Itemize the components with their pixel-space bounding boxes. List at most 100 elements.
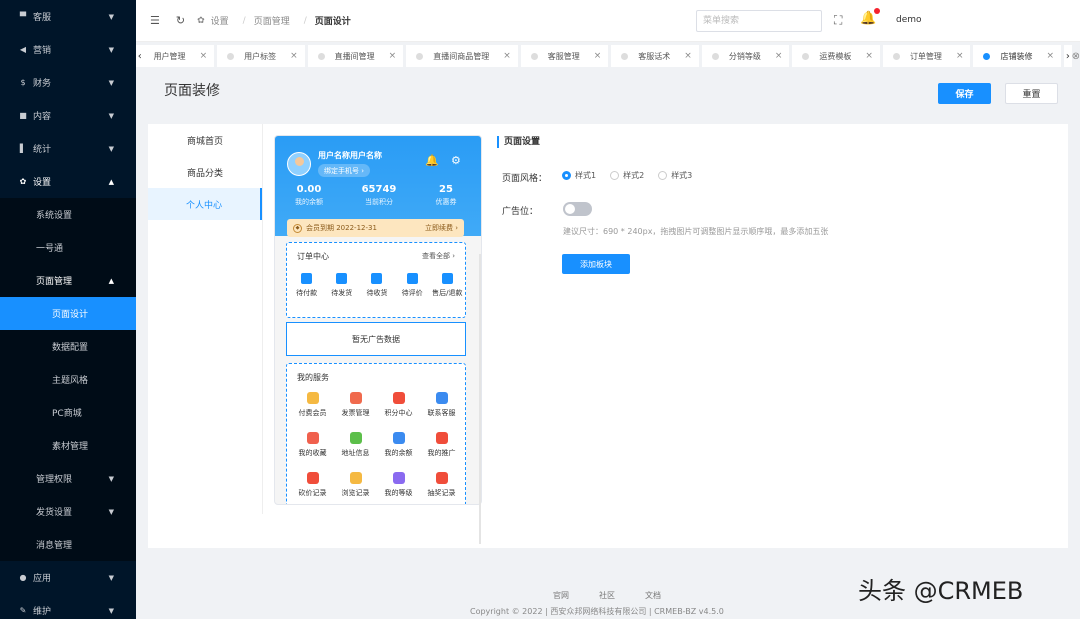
tab-live-goods[interactable]: 直播间商品管理 × xyxy=(406,45,518,67)
sidebar-item-system-settings[interactable]: 系统设置 xyxy=(0,198,136,231)
tab-order-management[interactable]: 订单管理 × xyxy=(882,45,971,67)
close-all-tabs-icon[interactable]: ⊗ xyxy=(1072,45,1080,67)
reset-button[interactable]: 重置 xyxy=(1005,83,1058,104)
style-1-radio[interactable]: 样式1 xyxy=(562,170,596,181)
nav-item-home[interactable]: 商城首页 xyxy=(148,124,262,156)
tab-bar: ‹ 用户管理 × 用户标签 × 直播间管理 × 直播间商品管理 × 客服管理 × 客服话术… xyxy=(136,45,1080,67)
service-item[interactable]: 浏览记录 xyxy=(334,472,377,504)
sidebar-item-content[interactable]: ■ 内容 ▼ xyxy=(0,99,136,132)
sidebar-item-page-design[interactable]: 页面设计 xyxy=(0,297,136,330)
order-pending-payment[interactable]: 待付款 xyxy=(290,273,324,298)
sidebar-item-settings[interactable]: ✿ 设置 ▲ xyxy=(0,165,136,198)
nav-item-user-center[interactable]: 个人中心 xyxy=(148,188,262,220)
service-item[interactable]: 积分中心 xyxy=(377,392,420,432)
order-after-sales[interactable]: 售后/退款 xyxy=(430,273,464,298)
sidebar-item-label: 页面管理 xyxy=(36,277,73,287)
sidebar-item-apps[interactable]: ● 应用 ▼ xyxy=(0,561,136,594)
preview-scrollbar[interactable] xyxy=(479,254,481,544)
refresh-icon[interactable]: ↻ xyxy=(176,14,185,27)
close-icon[interactable]: × xyxy=(200,51,208,61)
sidebar-item-data-config[interactable]: 数据配置 xyxy=(0,330,136,363)
order-pending-shipment[interactable]: 待发货 xyxy=(325,273,359,298)
service-item[interactable]: 地址信息 xyxy=(334,432,377,472)
user-menu[interactable]: demo xyxy=(896,15,922,25)
menu-fold-icon[interactable]: ☰ xyxy=(150,14,160,27)
sidebar-item-permissions[interactable]: 管理权限 ▼ xyxy=(0,462,136,495)
service-icon xyxy=(435,472,448,484)
order-pending-review[interactable]: 待评价 xyxy=(395,273,429,298)
my-services-block[interactable]: 我的服务 付费会员 发票管理 积分中心 联系客服 我的收藏 地址信息 我的余额 我的推广 砍价记… xyxy=(286,363,466,504)
close-icon[interactable]: × xyxy=(389,51,397,61)
tab-customer-service[interactable]: 客服管理 × xyxy=(520,45,609,67)
service-label: 抽奖记录 xyxy=(427,489,456,497)
service-item[interactable]: 我的收藏 xyxy=(291,432,334,472)
close-icon[interactable]: × xyxy=(503,51,511,61)
sidebar-item-statistics[interactable]: ▌ 统计 ▼ xyxy=(0,132,136,165)
sidebar-item-label: 一号通 xyxy=(36,244,64,254)
tab-live-room[interactable]: 直播间管理 × xyxy=(307,45,404,67)
tab-distribution-level[interactable]: 分销等级 × xyxy=(701,45,790,67)
nav-item-category[interactable]: 商品分类 xyxy=(148,156,262,188)
fullscreen-icon[interactable]: ⛶ xyxy=(834,13,842,28)
vip-bar[interactable]: ◆ 会员到期 2022-12-31 立即续费 › xyxy=(287,219,464,237)
service-item[interactable]: 我的等级 xyxy=(377,472,420,504)
tab-store-decoration[interactable]: 店铺装修 × xyxy=(973,45,1062,67)
bell-icon[interactable]: 🔔 xyxy=(860,11,876,26)
bind-phone-button[interactable]: 绑定手机号 › xyxy=(318,164,371,177)
wallet-icon xyxy=(301,273,313,284)
sidebar-item-messages[interactable]: 消息管理 xyxy=(0,528,136,561)
menu-search-input[interactable] xyxy=(696,10,822,32)
footer-link-community[interactable]: 社区 xyxy=(599,590,615,601)
tab-shipping-template[interactable]: 运费模板 × xyxy=(792,45,880,67)
footer-link-docs[interactable]: 文档 xyxy=(645,590,661,601)
close-icon[interactable]: × xyxy=(684,51,692,61)
service-item[interactable]: 砍价记录 xyxy=(291,472,334,504)
order-pending-receipt[interactable]: 待收货 xyxy=(360,273,394,298)
service-label: 我的等级 xyxy=(384,489,413,497)
breadcrumb-item[interactable]: 页面管理 xyxy=(254,14,290,27)
style-2-radio[interactable]: 样式2 xyxy=(610,170,644,181)
sidebar-item-theme-style[interactable]: 主题风格 xyxy=(0,363,136,396)
sidebar-item-maintenance[interactable]: ✎ 维护 ▼ xyxy=(0,594,136,619)
service-item[interactable]: 我的推广 xyxy=(420,432,463,472)
close-icon[interactable]: × xyxy=(775,51,783,61)
sidebar-item-finance[interactable]: $ 财务 ▼ xyxy=(0,66,136,99)
close-icon[interactable]: × xyxy=(956,51,964,61)
close-icon[interactable]: × xyxy=(865,51,873,61)
order-center-block[interactable]: 订单中心 查看全部 › 待付款 待发货 待收货 待评价 售后/退款 xyxy=(286,242,466,318)
user-name: 用户名称用户名称 xyxy=(318,151,382,160)
close-icon[interactable]: × xyxy=(1046,51,1054,61)
close-icon[interactable]: × xyxy=(594,51,602,61)
service-item[interactable]: 联系客服 xyxy=(420,392,463,432)
sidebar-item-customer-service[interactable]: ▀ 客服 ▼ xyxy=(0,0,136,33)
style-3-radio[interactable]: 样式3 xyxy=(658,170,692,181)
tab-user-management[interactable]: 用户管理 × xyxy=(143,45,215,67)
footer-link-website[interactable]: 官网 xyxy=(553,590,569,601)
sidebar-item-pc-mall[interactable]: PC商城 xyxy=(0,396,136,429)
sidebar-item-yihaotong[interactable]: 一号通 xyxy=(0,231,136,264)
sidebar-item-page-management[interactable]: 页面管理 ▲ xyxy=(0,264,136,297)
tab-service-scripts[interactable]: 客服话术 × xyxy=(611,45,699,67)
add-block-button[interactable]: 添加板块 xyxy=(562,254,630,274)
ad-position-toggle[interactable] xyxy=(563,202,592,216)
tab-user-tags[interactable]: 用户标签 × xyxy=(217,45,305,67)
service-item[interactable]: 我的余额 xyxy=(377,432,420,472)
view-all-link[interactable]: 查看全部 › xyxy=(422,251,455,261)
service-item[interactable]: 抽奖记录 xyxy=(420,472,463,504)
sidebar-item-label: 数据配置 xyxy=(52,343,89,353)
sidebar-item-material[interactable]: 素材管理 xyxy=(0,429,136,462)
close-icon[interactable]: × xyxy=(290,51,298,61)
sidebar-item-shipping-settings[interactable]: 发货设置 ▼ xyxy=(0,495,136,528)
tab-scroll-right-icon[interactable]: › xyxy=(1064,45,1072,67)
ad-placeholder-block[interactable]: 暂无广告数据 xyxy=(286,322,466,356)
sidebar-item-marketing[interactable]: ◀ 营销 ▼ xyxy=(0,33,136,66)
service-item[interactable]: 发票管理 xyxy=(334,392,377,432)
save-button[interactable]: 保存 xyxy=(938,83,991,104)
vip-renew-link[interactable]: 立即续费 › xyxy=(425,223,458,233)
sidebar-item-label: 维护 xyxy=(33,607,52,617)
service-item[interactable]: 付费会员 xyxy=(291,392,334,432)
breadcrumb-item[interactable]: 设置 xyxy=(211,14,229,27)
sidebar-item-label: 客服 xyxy=(33,13,52,23)
sidebar-item-label: 应用 xyxy=(33,574,52,584)
tab-scroll-left-icon[interactable]: ‹ xyxy=(136,45,144,67)
